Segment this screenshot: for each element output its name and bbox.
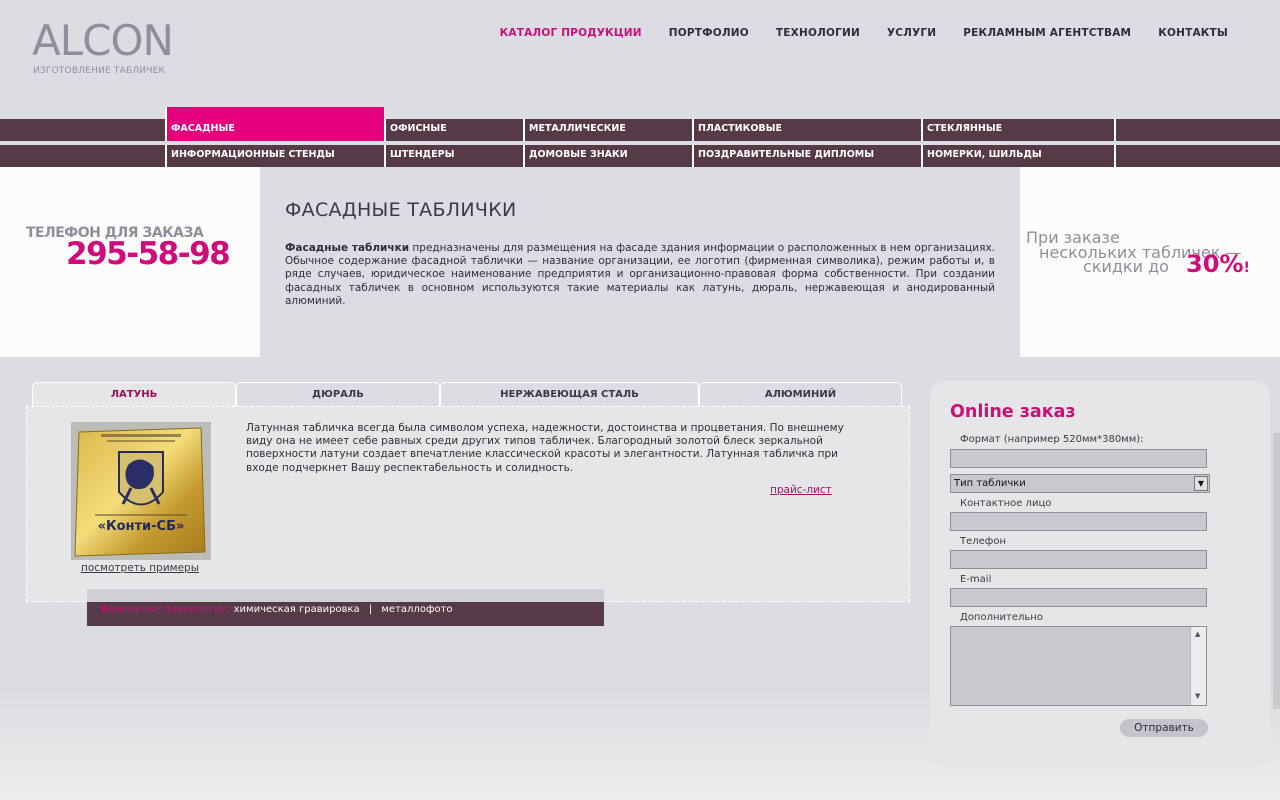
tech-chemical-engraving[interactable]: химическая гравировка bbox=[234, 604, 360, 615]
promo-percent-value: 30% bbox=[1186, 250, 1244, 278]
category-metal[interactable]: МЕТАЛЛИЧЕСКИЕ bbox=[523, 119, 693, 141]
order-title: Online заказ bbox=[950, 402, 1076, 422]
extra-textarea[interactable]: ▲ ▼ bbox=[950, 626, 1207, 706]
technologies-bar-top bbox=[87, 589, 604, 602]
category-number-plates[interactable]: НОМЕРКИ, ШИЛЬДЫ bbox=[921, 145, 1114, 167]
chevron-down-icon[interactable]: ▼ bbox=[1194, 476, 1208, 491]
nav-contacts[interactable]: КОНТАКТЫ bbox=[1158, 27, 1228, 39]
category-house-signs[interactable]: ДОМОВЫЕ ЗНАКИ bbox=[523, 145, 693, 167]
top-nav: КАТАЛОГ ПРОДУКЦИИ ПОРТФОЛИО ТЕХНОЛОГИИ У… bbox=[500, 27, 1228, 39]
intro-bold: Фасадные таблички bbox=[285, 242, 410, 254]
nav-portfolio[interactable]: ПОРТФОЛИО bbox=[669, 27, 749, 39]
format-input[interactable] bbox=[950, 449, 1207, 468]
technologies-label: Возможные технологии: bbox=[101, 604, 231, 615]
photo-caption: «Конти-СБ» bbox=[97, 519, 185, 534]
logo-tagline: ИЗГОТОВЛЕНИЕ ТАБЛИЧЕК bbox=[33, 66, 166, 76]
scroll-down-icon[interactable]: ▼ bbox=[1195, 692, 1200, 700]
page-scrollbar[interactable] bbox=[1273, 433, 1280, 709]
promo-line-3: скидки до bbox=[1083, 257, 1169, 276]
logo[interactable]: ALCON ИЗГОТОВЛЕНИЕ ТАБЛИЧЕК bbox=[32, 20, 174, 78]
tech-metallophoto[interactable]: металлофото bbox=[381, 604, 452, 615]
plate-type-select[interactable]: Тип таблички ▼ bbox=[950, 474, 1210, 493]
contact-input[interactable] bbox=[950, 512, 1207, 531]
scroll-up-icon[interactable]: ▲ bbox=[1195, 630, 1200, 638]
technologies-bar: Возможные технологии: химическая гравиро… bbox=[87, 589, 604, 626]
phone-number: 295-58-98 bbox=[66, 236, 231, 272]
brass-description: Латунная табличка всегда была символом у… bbox=[246, 422, 844, 474]
category-info-stands[interactable]: ИНФОРМАЦИОННЫЕ СТЕНДЫ bbox=[165, 145, 384, 167]
extra-label: Дополнительно bbox=[960, 612, 1043, 623]
promo-mark: ! bbox=[1243, 260, 1250, 276]
category-empty-1 bbox=[1114, 119, 1280, 141]
submit-button[interactable]: Отправить bbox=[1120, 719, 1208, 737]
nav-services[interactable]: УСЛУГИ bbox=[887, 27, 936, 39]
promo-percent: 30%! bbox=[1186, 252, 1250, 276]
email-input[interactable] bbox=[950, 588, 1207, 607]
tab-aluminium[interactable]: АЛЮМИНИЙ bbox=[699, 382, 902, 406]
intro-text: Фасадные таблички предназначены для разм… bbox=[285, 242, 995, 308]
nav-technologies[interactable]: ТЕХНОЛОГИИ bbox=[776, 27, 860, 39]
category-empty-2 bbox=[1114, 145, 1280, 167]
category-plastic[interactable]: ПЛАСТИКОВЫЕ bbox=[692, 119, 921, 141]
logo-name: ALCON bbox=[32, 16, 174, 65]
category-shtenders[interactable]: ШТЕНДЕРЫ bbox=[384, 145, 524, 167]
category-office[interactable]: ОФИСНЫЕ bbox=[384, 119, 524, 141]
view-examples-link[interactable]: посмотреть примеры bbox=[81, 562, 199, 574]
tab-duralumin[interactable]: ДЮРАЛЬ bbox=[236, 382, 440, 406]
plate-type-value: Тип таблички bbox=[954, 478, 1026, 489]
textarea-scrollbar[interactable]: ▲ ▼ bbox=[1190, 627, 1206, 705]
nav-agencies[interactable]: РЕКЛАМНЫМ АГЕНТСТВАМ bbox=[963, 27, 1131, 39]
email-label: E-mail bbox=[960, 574, 992, 585]
tech-separator: | bbox=[368, 604, 373, 615]
category-diplomas[interactable]: ПОЗДРАВИТЕЛЬНЫЕ ДИПЛОМЫ bbox=[692, 145, 921, 167]
phone-field-label: Телефон bbox=[960, 536, 1007, 547]
nav-catalog[interactable]: КАТАЛОГ ПРОДУКЦИИ bbox=[500, 27, 642, 39]
contact-label: Контактное лицо bbox=[960, 498, 1052, 509]
tab-stainless-steel[interactable]: НЕРЖАВЕЮЩАЯ СТАЛЬ bbox=[440, 382, 699, 406]
tab-brass[interactable]: ЛАТУНЬ bbox=[32, 382, 236, 406]
format-label: Формат (например 520мм*380мм): bbox=[960, 434, 1144, 445]
price-list-link[interactable]: прайс-лист bbox=[770, 484, 832, 496]
category-bar-1: ФАСАДНЫЕ ОФИСНЫЕ МЕТАЛЛИЧЕСКИЕ ПЛАСТИКОВ… bbox=[0, 107, 1280, 141]
technologies-text: Возможные технологии: химическая гравиро… bbox=[101, 604, 453, 615]
category-bar-2: ИНФОРМАЦИОННЫЕ СТЕНДЫ ШТЕНДЕРЫ ДОМОВЫЕ З… bbox=[0, 145, 1280, 167]
category-glass[interactable]: СТЕКЛЯННЫЕ bbox=[921, 119, 1114, 141]
category-facade[interactable]: ФАСАДНЫЕ bbox=[165, 107, 384, 141]
phone-input[interactable] bbox=[950, 550, 1207, 569]
brass-plate-photo[interactable] bbox=[71, 422, 211, 560]
page-title: ФАСАДНЫЕ ТАБЛИЧКИ bbox=[285, 199, 517, 221]
